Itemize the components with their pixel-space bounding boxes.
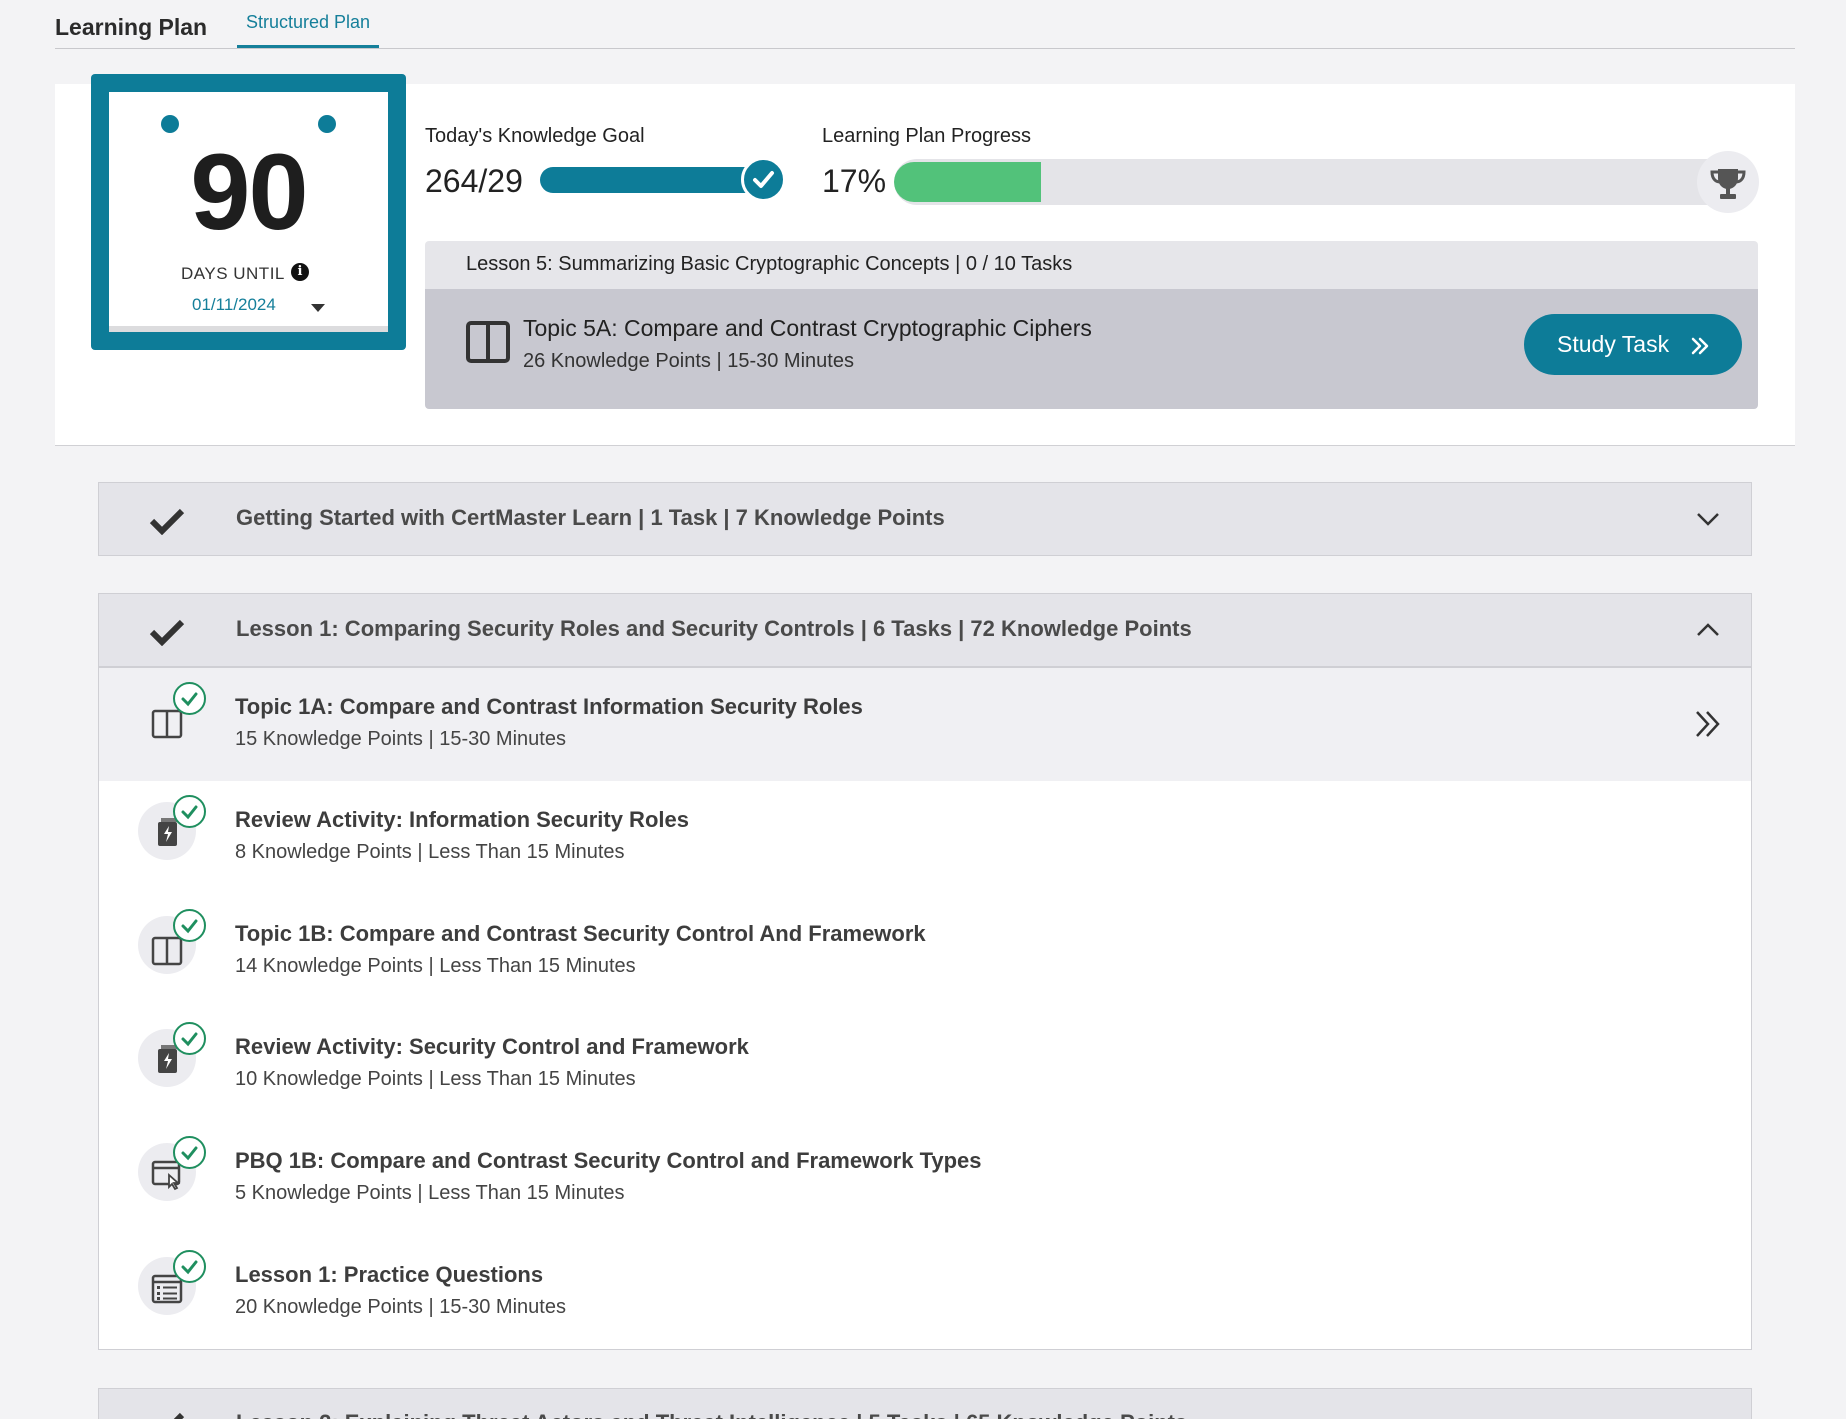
task-meta: 5 Knowledge Points | Less Than 15 Minute… [235,1182,625,1204]
section-title: Getting Started with CertMaster Learn | … [236,505,945,530]
task-row[interactable]: Review Activity: Security Control and Fr… [99,1008,1751,1121]
complete-check-icon [173,1022,206,1055]
complete-check-icon [173,1136,206,1169]
task-title: PBQ 1B: Compare and Contrast Security Co… [235,1148,982,1173]
caret-down-icon[interactable] [311,304,325,312]
days-until-label: DAYS UNTIL [181,264,285,283]
complete-check-icon [173,909,206,942]
task-row[interactable]: Topic 1A: Compare and Contrast Informati… [99,668,1751,781]
task-row[interactable]: Lesson 1: Practice Questions 20 Knowledg… [99,1236,1751,1349]
task-meta: 15 Knowledge Points | 15-30 Minutes [235,728,566,750]
section-lesson-2[interactable]: Lesson 2: Explaining Threat Actors and T… [98,1388,1752,1419]
section-getting-started[interactable]: Getting Started with CertMaster Learn | … [98,482,1752,556]
progress-value: 17% [822,163,887,199]
trophy-icon [1697,151,1759,213]
calendar-ring [161,115,179,133]
book-icon [466,321,510,363]
list-icon [138,1250,206,1315]
current-task-card: Topic 5A: Compare and Contrast Cryptogra… [425,289,1758,409]
chevron-down-icon[interactable] [1696,511,1720,527]
info-icon[interactable]: i [291,263,309,281]
complete-check-icon [173,795,206,828]
calendar-page: 90 DAYS UNTIL i 01/11/2024 [109,92,388,332]
current-topic-title: Topic 5A: Compare and Contrast Cryptogra… [523,315,1092,341]
double-chevron-right-icon[interactable] [1693,709,1723,739]
complete-check-icon [173,682,206,715]
section-lesson-1[interactable]: Lesson 1: Comparing Security Roles and S… [98,593,1752,667]
countdown-calendar: 90 DAYS UNTIL i 01/11/2024 [91,74,406,350]
checkmark-icon [149,508,185,535]
plan-progress-bar [894,159,1757,205]
study-task-label: Study Task [1557,331,1670,357]
task-row[interactable]: Topic 1B: Compare and Contrast Security … [99,895,1751,1008]
tab-structured-plan[interactable]: Structured Plan [237,12,380,48]
pbq-icon [138,1136,206,1201]
task-title: Review Activity: Security Control and Fr… [235,1034,749,1059]
check-circle-icon [741,157,786,202]
task-row[interactable]: Review Activity: Information Security Ro… [99,781,1751,894]
book-icon [138,682,206,747]
task-title: Topic 1A: Compare and Contrast Informati… [235,694,863,719]
lesson-1-task-list: Topic 1A: Compare and Contrast Informati… [98,667,1752,1350]
tab-learning-plan[interactable]: Learning Plan [55,14,207,41]
task-title: Topic 1B: Compare and Contrast Security … [235,921,926,946]
checkmark-icon [149,619,185,646]
task-meta: 20 Knowledge Points | 15-30 Minutes [235,1296,566,1318]
tab-bar: Learning Plan Structured Plan [55,0,1795,49]
plan-progress-fill [894,162,1041,202]
complete-check-icon [173,1250,206,1283]
book-icon [138,909,206,974]
calendar-ring [318,115,336,133]
task-title: Review Activity: Information Security Ro… [235,807,689,832]
flashcard-icon [138,1022,206,1087]
progress-label: Learning Plan Progress [822,125,1032,147]
study-task-button[interactable]: Study Task [1524,314,1742,375]
exam-date[interactable]: 01/11/2024 [192,295,276,315]
task-meta: 10 Knowledge Points | Less Than 15 Minut… [235,1068,636,1090]
task-meta: 8 Knowledge Points | Less Than 15 Minute… [235,841,625,863]
flashcard-icon [138,795,206,860]
current-topic-meta: 26 Knowledge Points | 15-30 Minutes [523,350,854,372]
current-lesson-header: Lesson 5: Summarizing Basic Cryptographi… [425,241,1758,289]
goal-value: 264/29 [425,163,523,199]
goal-label: Today's Knowledge Goal [425,125,645,147]
section-title: Lesson 2: Explaining Threat Actors and T… [236,1410,1187,1419]
days-count: 90 [190,131,308,252]
task-row[interactable]: PBQ 1B: Compare and Contrast Security Co… [99,1122,1751,1235]
checkmark-icon [173,1412,185,1419]
task-meta: 14 Knowledge Points | Less Than 15 Minut… [235,955,636,977]
double-chevron-right-icon [1691,337,1709,355]
chevron-up-icon[interactable] [1696,622,1720,638]
section-title: Lesson 1: Comparing Security Roles and S… [236,616,1192,641]
task-title: Lesson 1: Practice Questions [235,1262,544,1287]
